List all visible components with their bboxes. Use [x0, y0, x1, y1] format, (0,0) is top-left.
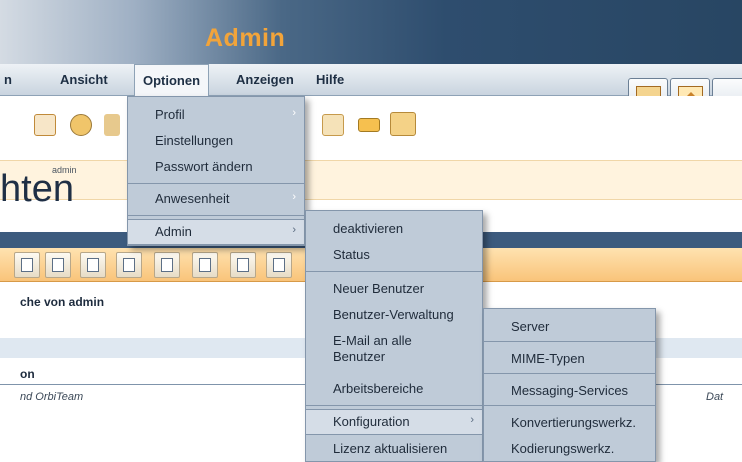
chevron-right-icon: › [470, 414, 474, 426]
arrow-document-icon[interactable] [322, 114, 344, 136]
globe-gear-icon[interactable] [70, 114, 92, 136]
chevron-right-icon: › [292, 191, 296, 203]
menu-item-kodierung[interactable]: Kodierungswerkz. [484, 441, 655, 461]
action-button-7[interactable] [230, 252, 256, 278]
menu-item-lizenz[interactable]: Lizenz aktualisieren [306, 441, 482, 461]
footer-text-right: Dat [706, 391, 724, 403]
menu-separator [306, 271, 482, 272]
menu-item-mime-typen[interactable]: MIME-Typen [484, 351, 655, 371]
admin-submenu: deaktivieren Status Neuer Benutzer Benut… [305, 210, 483, 462]
menu-item-admin[interactable]: Admin › [128, 224, 304, 244]
action-button-3[interactable] [80, 252, 106, 278]
band-large-text: hten [0, 168, 74, 210]
app-title: Admin [205, 24, 286, 52]
menu-separator [128, 215, 304, 216]
action-button-1[interactable] [14, 252, 40, 278]
action-button-5[interactable] [154, 252, 180, 278]
action-button-2[interactable] [45, 252, 71, 278]
page-icon [123, 258, 135, 272]
toolbar [0, 96, 742, 152]
menu-separator [128, 183, 304, 184]
menu-separator [306, 405, 482, 406]
menu-separator [484, 405, 655, 406]
action-button-4[interactable] [116, 252, 142, 278]
tool-icon[interactable] [104, 114, 120, 136]
menu-anzeigen[interactable]: Anzeigen [236, 72, 294, 87]
edit-icon [52, 258, 64, 272]
menu-item-konfiguration[interactable]: Konfiguration › [306, 414, 482, 434]
menu-separator [484, 373, 655, 374]
menu-item-messaging[interactable]: Messaging-Services [484, 383, 655, 403]
document-add-icon[interactable] [34, 114, 56, 136]
document-icon [21, 258, 33, 272]
action-button-6[interactable] [192, 252, 218, 278]
move-icon [87, 258, 99, 272]
menu-item-deaktivieren[interactable]: deaktivieren [306, 221, 482, 241]
menu-item-email-alle[interactable]: E-Mail an alle Benutzer [306, 333, 482, 371]
menu-item-konvertierung[interactable]: Konvertierungswerkz. [484, 415, 655, 435]
menu-item-profil[interactable]: Profil › [128, 107, 304, 127]
title-bar: Admin [0, 0, 742, 64]
menu-ansicht[interactable]: Ansicht [60, 72, 108, 87]
delete-icon [161, 258, 173, 272]
cut-icon [199, 258, 211, 272]
optionen-menu: Profil › Einstellungen Passwort ändern A… [127, 96, 305, 246]
menu-item-einstellungen[interactable]: Einstellungen [128, 133, 304, 153]
menu-file[interactable]: n [4, 72, 12, 87]
menu-item-arbeitsbereiche[interactable]: Arbeitsbereiche [306, 381, 482, 401]
print-icon [273, 258, 285, 272]
section-label: on [20, 367, 35, 381]
menu-item-server[interactable]: Server [484, 319, 655, 339]
footer-text-left: nd OrbiTeam [20, 391, 84, 403]
menu-separator [484, 341, 655, 342]
menu-item-benutzer-verwaltung[interactable]: Benutzer-Verwaltung [306, 307, 482, 327]
card-icon[interactable] [358, 118, 380, 132]
menu-item-anwesenheit[interactable]: Anwesenheit › [128, 191, 304, 211]
export-icon [237, 258, 249, 272]
action-button-8[interactable] [266, 252, 292, 278]
chevron-right-icon: › [292, 224, 296, 236]
menu-item-neuer-benutzer[interactable]: Neuer Benutzer [306, 281, 482, 301]
menu-hilfe[interactable]: Hilfe [316, 72, 344, 87]
menu-item-passwort[interactable]: Passwort ändern [128, 159, 304, 179]
folder-star-icon[interactable] [390, 112, 416, 136]
menu-item-status[interactable]: Status [306, 247, 482, 267]
content-title: che von admin [20, 295, 105, 309]
info-band [0, 160, 742, 200]
chevron-right-icon: › [292, 107, 296, 119]
konfiguration-submenu: Server MIME-Typen Messaging-Services Kon… [483, 308, 656, 462]
menu-optionen[interactable]: Optionen [134, 64, 210, 96]
